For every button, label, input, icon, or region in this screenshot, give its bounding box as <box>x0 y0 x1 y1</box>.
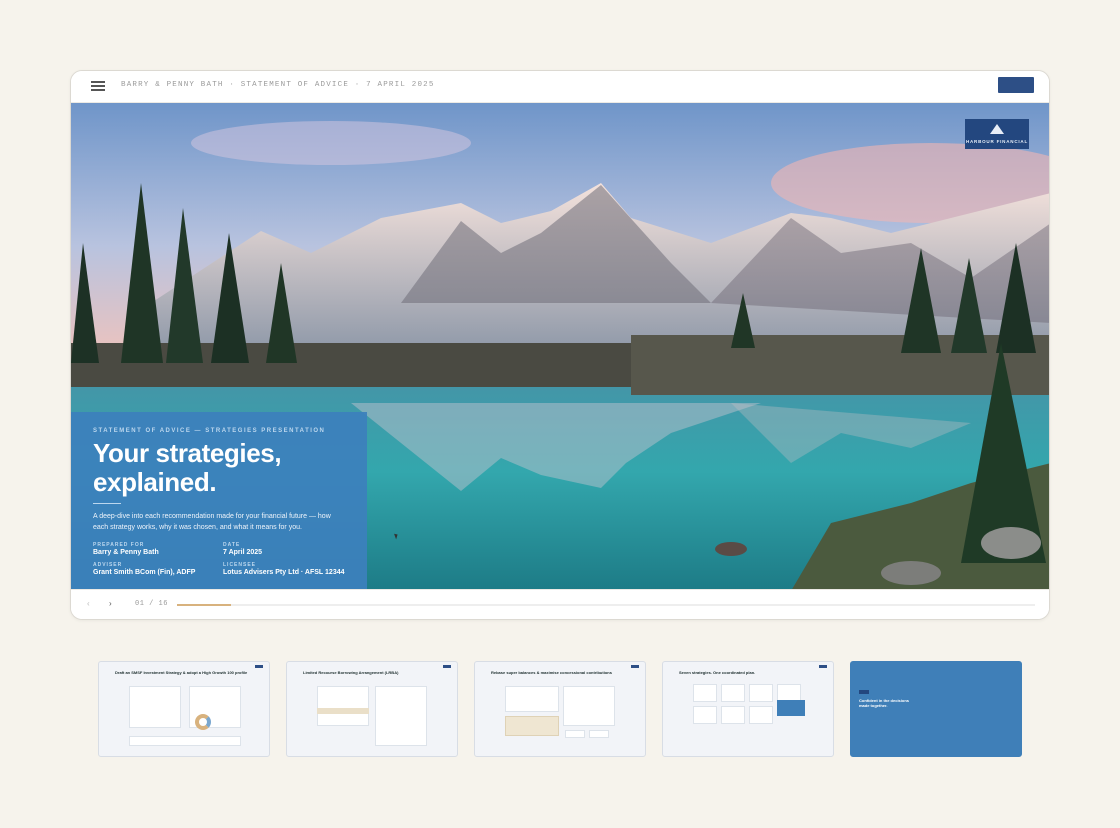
thumbnail-title: Limited Recourse Borrowing Arrangement (… <box>303 670 399 675</box>
thumbnail-slide-closing[interactable]: Confident in the decisions made together… <box>850 661 1022 757</box>
chevron-right-icon[interactable]: › <box>109 599 112 608</box>
headline-line-2: explained. <box>93 467 217 497</box>
brand-name: HARBOUR FINANCIAL <box>965 139 1029 144</box>
progress-fill <box>177 604 231 606</box>
hero-slide: HARBOUR FINANCIAL STATEMENT OF ADVICE — … <box>71 103 1049 591</box>
slide-navigation: ‹ › 01 / 16 <box>71 589 1049 619</box>
thumbnail-logo <box>859 690 869 694</box>
meta-label: ADVISER <box>93 562 123 568</box>
meta-grid: PREPARED FOR Barry & Penny Bath DATE 7 A… <box>93 542 345 576</box>
hamburger-menu-icon[interactable] <box>91 81 105 93</box>
thumbnail-slide[interactable]: Rebase super balances & maximise concess… <box>474 661 646 757</box>
thumbnail-logo <box>255 665 263 668</box>
thumbnail-logo <box>819 665 827 668</box>
thumbnail-slide[interactable]: Seven strategies. One coordinated plan. <box>662 661 834 757</box>
meta-value: Lotus Advisers Pty Ltd · AFSL 12344 <box>223 569 345 576</box>
meta-label: LICENSEE <box>223 562 257 568</box>
top-bar: BARRY & PENNY BATH · STATEMENT OF ADVICE… <box>71 71 1049 103</box>
meta-adviser: ADVISER Grant Smith BCom (Fin), ADFP <box>93 562 223 576</box>
meta-prepared-for: PREPARED FOR Barry & Penny Bath <box>93 542 223 556</box>
thumbnail-slide[interactable]: Draft an SMSF Investment Strategy & adop… <box>98 661 270 757</box>
harbour-financial-logo: HARBOUR FINANCIAL <box>965 119 1029 149</box>
thumbnail-logo <box>631 665 639 668</box>
meta-label: PREPARED FOR <box>93 542 145 548</box>
slide-thumbnails: Draft an SMSF Investment Strategy & adop… <box>98 661 1022 757</box>
meta-date: DATE 7 April 2025 <box>223 542 353 556</box>
meta-value: Grant Smith BCom (Fin), ADFP <box>93 569 196 576</box>
thumbnail-logo <box>443 665 451 668</box>
eyebrow-label: STATEMENT OF ADVICE — STRATEGIES PRESENT… <box>93 428 326 434</box>
divider <box>93 503 121 504</box>
meta-label: DATE <box>223 542 241 548</box>
harbour-financial-logo-small <box>998 77 1034 93</box>
progress-bar[interactable] <box>177 604 1035 606</box>
headline-line-1: Your strategies, <box>93 438 282 468</box>
slide-counter: 01 / 16 <box>135 600 168 608</box>
subtitle: A deep-dive into each recommendation mad… <box>93 513 331 531</box>
thumbnail-title: Seven strategies. One coordinated plan. <box>679 670 756 675</box>
meta-licensee: LICENSEE Lotus Advisers Pty Ltd · AFSL 1… <box>223 562 353 576</box>
sailboat-icon <box>990 124 1004 134</box>
chevron-left-icon[interactable]: ‹ <box>87 599 90 608</box>
title-panel: STATEMENT OF ADVICE — STRATEGIES PRESENT… <box>71 412 367 591</box>
meta-value: 7 April 2025 <box>223 549 263 556</box>
thumbnail-slide[interactable]: Limited Recourse Borrowing Arrangement (… <box>286 661 458 757</box>
document-title: BARRY & PENNY BATH · STATEMENT OF ADVICE… <box>121 81 435 89</box>
thumbnail-title: Rebase super balances & maximise concess… <box>491 670 612 675</box>
headline: Your strategies, explained. <box>93 439 345 497</box>
meta-value: Barry & Penny Bath <box>93 549 159 556</box>
presentation-window: BARRY & PENNY BATH · STATEMENT OF ADVICE… <box>70 70 1050 620</box>
thumbnail-title: Draft an SMSF Investment Strategy & adop… <box>115 670 248 675</box>
thumbnail-title: Confident in the decisions made together… <box>859 698 910 708</box>
